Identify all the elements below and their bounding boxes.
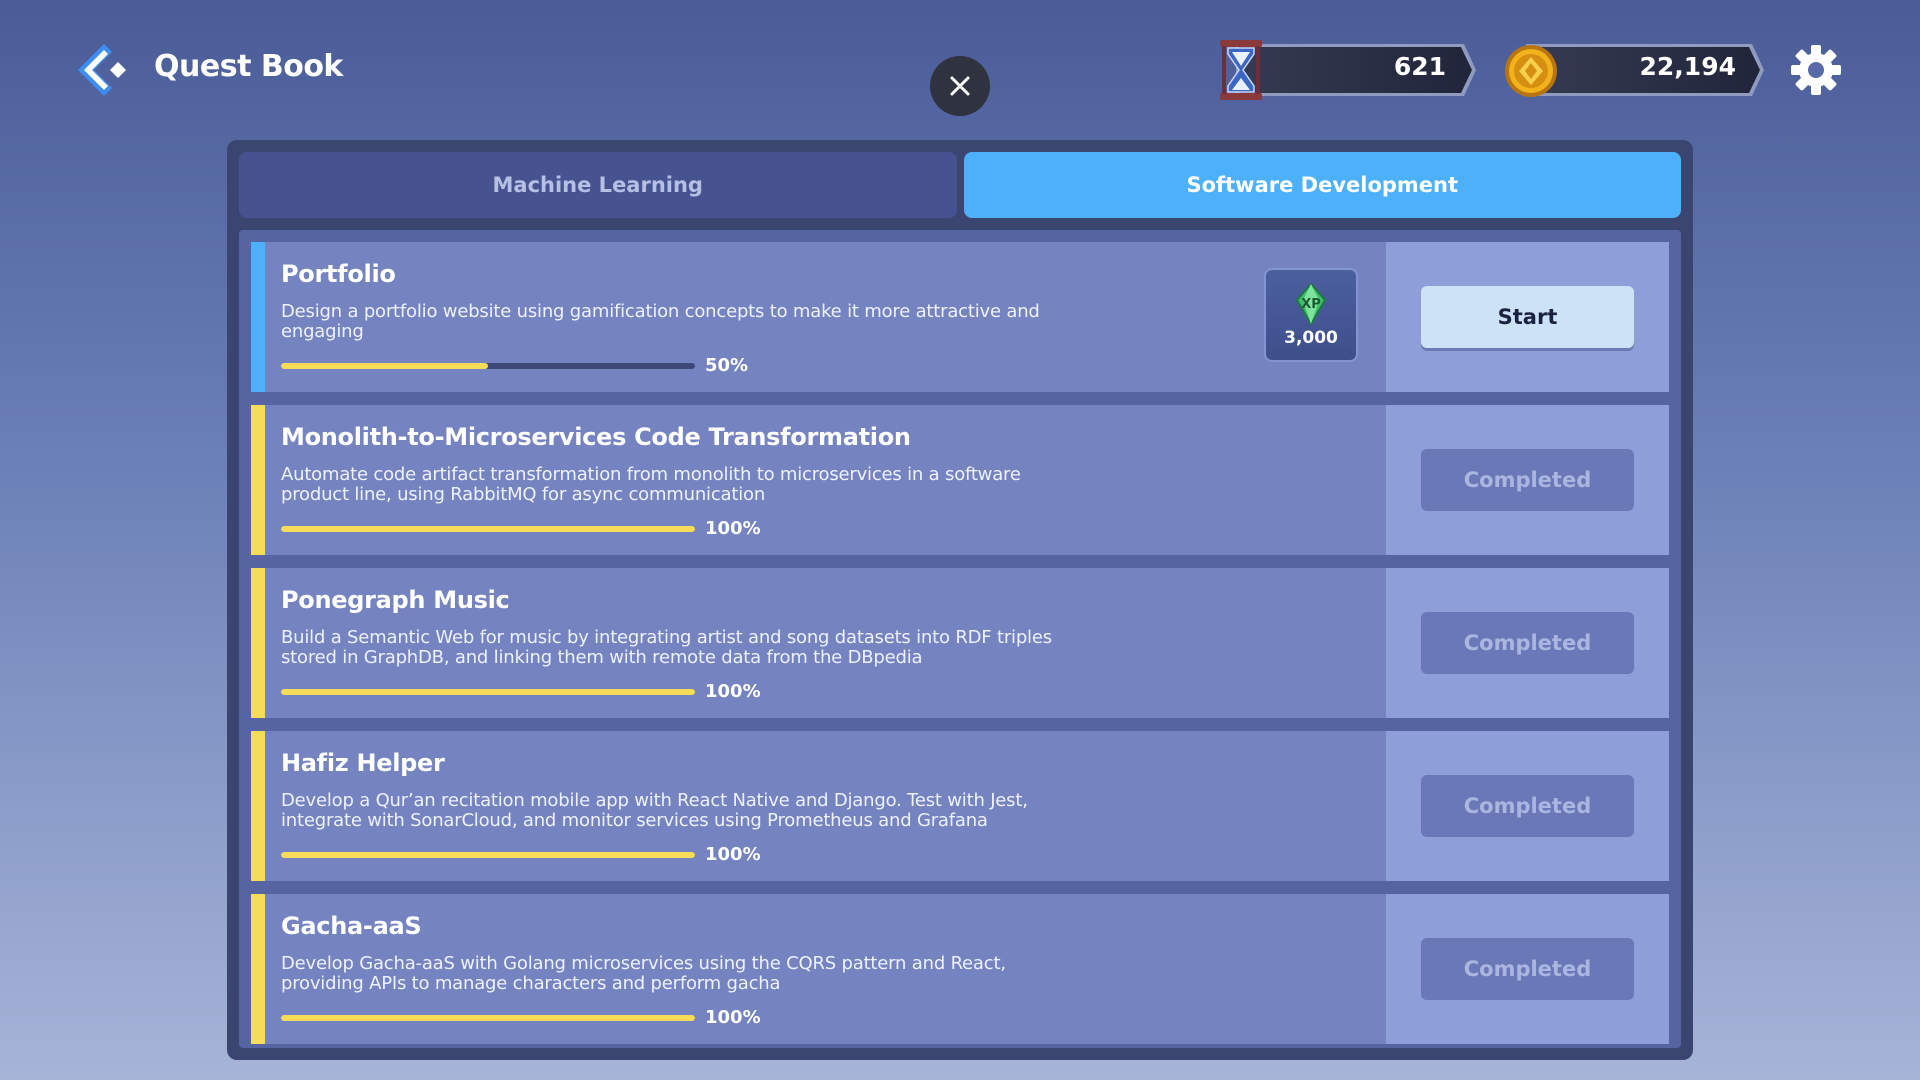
quest-panel: Machine Learning Software Development Po… [227, 140, 1693, 1060]
quest-progress: 50% [281, 355, 748, 376]
quest-description: Automate code artifact transformation fr… [281, 464, 1021, 505]
progress-bar [281, 851, 695, 858]
quest-item: Monolith-to-Microservices Code Transform… [251, 405, 1669, 555]
quest-title: Hafiz Helper [281, 749, 445, 777]
progress-label: 100% [705, 1007, 761, 1028]
quest-status-stripe [251, 242, 265, 392]
close-button[interactable] [930, 56, 990, 116]
page-title: Quest Book [154, 49, 343, 84]
quest-body: Gacha-aaS Develop Gacha-aaS with Golang … [265, 894, 1386, 1044]
quest-action-area: Completed [1386, 568, 1669, 718]
quest-body: Portfolio Design a portfolio website usi… [265, 242, 1386, 392]
category-tabs: Machine Learning Software Development [239, 152, 1681, 218]
tab-software-development[interactable]: Software Development [963, 152, 1681, 218]
quest-progress: 100% [281, 1007, 761, 1028]
back-button[interactable] [74, 40, 130, 100]
coins-value: 22,194 [1639, 52, 1736, 81]
progress-fill [281, 851, 695, 858]
back-arrow-icon [78, 44, 126, 96]
reward-value: 3,000 [1284, 328, 1338, 348]
progress-fill [281, 688, 695, 695]
quest-item: Gacha-aaS Develop Gacha-aaS with Golang … [251, 894, 1669, 1044]
quest-title: Monolith-to-Microservices Code Transform… [281, 423, 911, 451]
quest-description: Build a Semantic Web for music by integr… [281, 627, 1052, 668]
quest-status-stripe [251, 731, 265, 881]
progress-fill [281, 362, 488, 369]
completed-button: Completed [1421, 775, 1634, 837]
quest-progress: 100% [281, 844, 761, 865]
quest-status-stripe [251, 568, 265, 718]
quest-body: Hafiz Helper Develop a Qur’an recitation… [265, 731, 1386, 881]
hourglass-icon [1220, 40, 1262, 100]
quest-item: Portfolio Design a portfolio website usi… [251, 242, 1669, 392]
quest-status-stripe [251, 405, 265, 555]
progress-bar [281, 525, 695, 532]
completed-button: Completed [1421, 938, 1634, 1000]
quest-title: Ponegraph Music [281, 586, 510, 614]
progress-label: 100% [705, 518, 761, 539]
progress-label: 100% [705, 681, 761, 702]
quest-description: Develop a Qur’an recitation mobile app w… [281, 790, 1028, 831]
quest-title: Gacha-aaS [281, 912, 422, 940]
progress-fill [281, 525, 695, 532]
quest-list: Portfolio Design a portfolio website usi… [239, 230, 1681, 1048]
completed-button: Completed [1421, 612, 1634, 674]
close-icon [950, 76, 970, 96]
quest-action-area: Start [1386, 242, 1669, 392]
progress-label: 100% [705, 844, 761, 865]
quest-body: Ponegraph Music Build a Semantic Web for… [265, 568, 1386, 718]
quest-description: Develop Gacha-aaS with Golang microservi… [281, 953, 1006, 994]
timer-value: 621 [1393, 52, 1446, 81]
quest-progress: 100% [281, 518, 761, 539]
quest-title: Portfolio [281, 260, 396, 288]
svg-text:XP: XP [1301, 297, 1321, 312]
quest-action-area: Completed [1386, 731, 1669, 881]
completed-button: Completed [1421, 449, 1634, 511]
progress-bar [281, 1014, 695, 1021]
quest-description: Design a portfolio website using gamific… [281, 301, 1040, 342]
quest-status-stripe [251, 894, 265, 1044]
tab-machine-learning[interactable]: Machine Learning [239, 152, 957, 218]
reward-badge: XP 3,000 [1264, 268, 1358, 362]
quest-action-area: Completed [1386, 405, 1669, 555]
progress-fill [281, 1014, 695, 1021]
xp-crystal-icon: XP [1295, 282, 1327, 326]
progress-bar [281, 688, 695, 695]
quest-item: Hafiz Helper Develop a Qur’an recitation… [251, 731, 1669, 881]
quest-body: Monolith-to-Microservices Code Transform… [265, 405, 1386, 555]
quest-progress: 100% [281, 681, 761, 702]
progress-bar [281, 362, 695, 369]
start-button[interactable]: Start [1421, 286, 1634, 348]
settings-gear-icon[interactable] [1790, 44, 1842, 96]
quest-item: Ponegraph Music Build a Semantic Web for… [251, 568, 1669, 718]
progress-label: 50% [705, 355, 749, 376]
quest-action-area: Completed [1386, 894, 1669, 1044]
coin-icon [1505, 45, 1557, 97]
